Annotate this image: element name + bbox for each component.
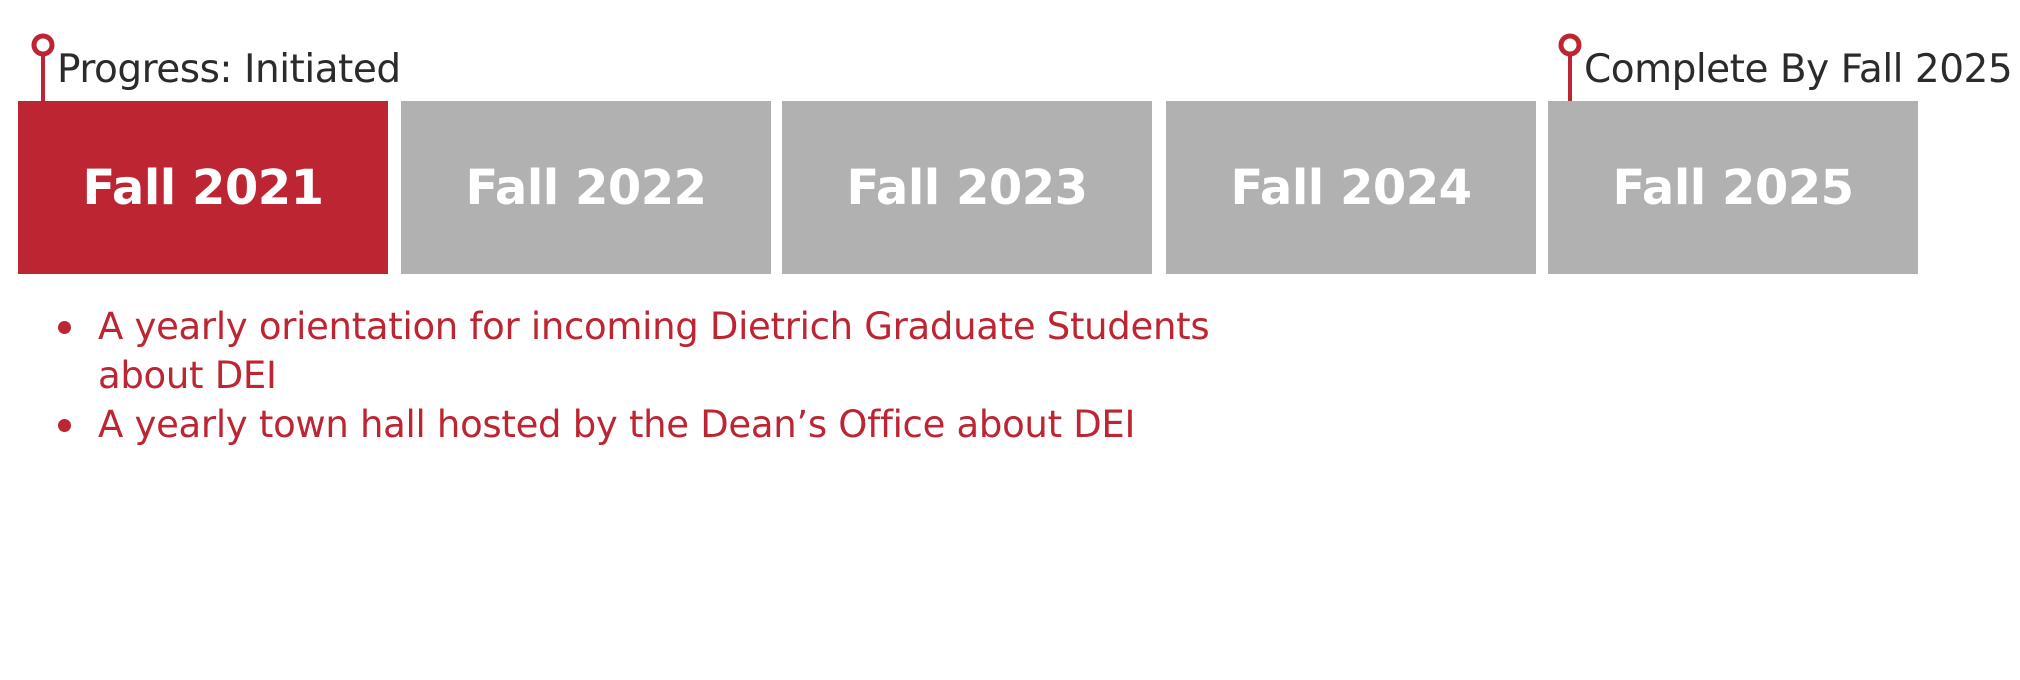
goals-list: A yearly orientation for incoming Dietri… bbox=[46, 302, 1346, 449]
timeline-year-fall-2023: Fall 2023 bbox=[782, 101, 1152, 274]
timeline-year-fall-2024: Fall 2024 bbox=[1166, 101, 1536, 274]
timeline-year-fall-2021: Fall 2021 bbox=[18, 101, 388, 274]
goal-text: A yearly town hall hosted by the Dean’s … bbox=[98, 403, 1136, 446]
completion-pin-icon bbox=[1557, 33, 1583, 101]
goal-item: A yearly orientation for incoming Dietri… bbox=[46, 302, 1346, 400]
bullet-icon bbox=[58, 419, 71, 432]
goal-item: A yearly town hall hosted by the Dean’s … bbox=[46, 400, 1346, 449]
progress-status-label: Progress: Initiated bbox=[57, 47, 401, 92]
bullet-icon bbox=[58, 321, 71, 334]
timeline-year-fall-2025: Fall 2025 bbox=[1548, 101, 1918, 274]
completion-target-label: Complete By Fall 2025 bbox=[1584, 47, 2013, 92]
goal-text: A yearly orientation for incoming Dietri… bbox=[98, 305, 1210, 397]
timeline-year-fall-2022: Fall 2022 bbox=[401, 101, 771, 274]
progress-pin-icon bbox=[30, 33, 56, 101]
